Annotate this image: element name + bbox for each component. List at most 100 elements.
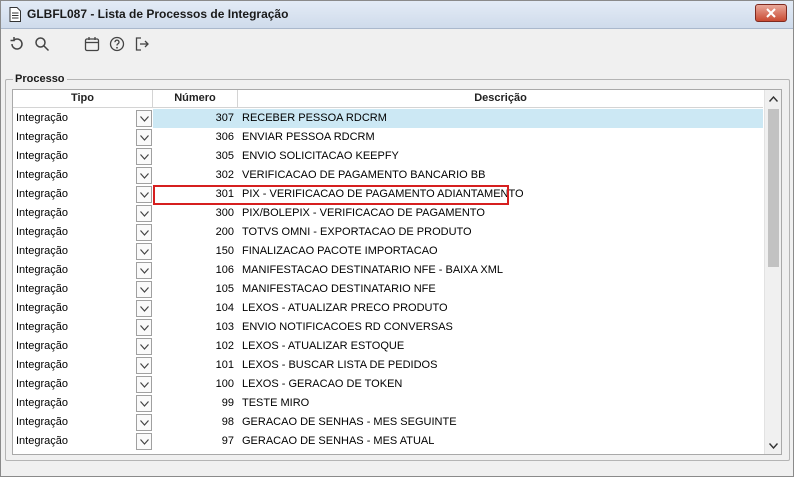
cell-tipo[interactable]: Integração xyxy=(16,337,136,356)
refresh-button[interactable] xyxy=(7,34,27,54)
table-row[interactable]: Integração 306 ENVIAR PESSOA RDCRM xyxy=(13,128,763,147)
table-row[interactable]: Integração 97 GERACAO DE SENHAS - MES ATUA… xyxy=(13,432,763,451)
cell-numero[interactable]: 302 xyxy=(153,166,238,185)
table-row[interactable]: Integração 98 GERACAO DE SENHAS - MES SEGU… xyxy=(13,413,763,432)
table-row[interactable]: Integração 301 PIX - VERIFICACAO DE PAGAME… xyxy=(13,185,763,205)
scrollbar-thumb[interactable] xyxy=(768,109,779,267)
cell-numero[interactable]: 200 xyxy=(153,223,238,242)
tipo-dropdown-button[interactable] xyxy=(136,376,152,393)
tipo-dropdown-button[interactable] xyxy=(136,167,152,184)
table-row[interactable]: Integração 100 LEXOS - GERACAO DE TOKEN xyxy=(13,375,763,394)
table-row[interactable]: Integração 200 TOTVS OMNI - EXPORTACAO DE … xyxy=(13,223,763,242)
cell-descricao[interactable]: PIX/BOLEPIX - VERIFICACAO DE PAGAMENTO xyxy=(238,204,763,223)
tipo-dropdown-button[interactable] xyxy=(136,319,152,336)
cell-descricao[interactable]: GERACAO DE SENHAS - MES ATUAL xyxy=(238,432,763,451)
table-row[interactable]: Integração 99 TESTE MIRO xyxy=(13,394,763,413)
cell-numero[interactable]: 301 xyxy=(153,185,238,204)
cell-numero[interactable]: 105 xyxy=(153,280,238,299)
cell-numero[interactable]: 306 xyxy=(153,128,238,147)
cell-tipo[interactable]: Integração xyxy=(16,413,136,432)
column-header-numero[interactable]: Número xyxy=(153,90,238,108)
cell-descricao[interactable]: FINALIZACAO PACOTE IMPORTACAO xyxy=(238,242,763,261)
cell-tipo[interactable]: Integração xyxy=(16,204,136,223)
cell-numero[interactable]: 98 xyxy=(153,413,238,432)
cell-descricao[interactable]: MANIFESTACAO DESTINATARIO NFE xyxy=(238,280,763,299)
cell-tipo[interactable]: Integração xyxy=(16,299,136,318)
title-bar[interactable]: GLBFL087 - Lista de Processos de Integra… xyxy=(1,1,793,29)
table-row[interactable]: Integração 102 LEXOS - ATUALIZAR ESTOQUE xyxy=(13,337,763,356)
tipo-dropdown-button[interactable] xyxy=(136,414,152,431)
cell-numero[interactable]: 103 xyxy=(153,318,238,337)
table-row[interactable]: Integração 105 MANIFESTACAO DESTINATARIO N… xyxy=(13,280,763,299)
tipo-dropdown-button[interactable] xyxy=(136,338,152,355)
table-row[interactable]: Integração 106 MANIFESTACAO DESTINATARIO N… xyxy=(13,261,763,280)
tipo-dropdown-button[interactable] xyxy=(136,110,152,127)
search-button[interactable] xyxy=(32,34,52,54)
scroll-down-button[interactable] xyxy=(765,437,781,454)
cell-tipo[interactable]: Integração xyxy=(16,128,136,147)
cell-tipo[interactable]: Integração xyxy=(16,318,136,337)
cell-tipo[interactable]: Integração xyxy=(16,185,136,204)
tipo-dropdown-button[interactable] xyxy=(136,395,152,412)
cell-descricao[interactable]: TOTVS OMNI - EXPORTACAO DE PRODUTO xyxy=(238,223,763,242)
cell-descricao[interactable]: LEXOS - GERACAO DE TOKEN xyxy=(238,375,763,394)
tipo-dropdown-button[interactable] xyxy=(136,148,152,165)
cell-descricao[interactable]: LEXOS - BUSCAR LISTA DE PEDIDOS xyxy=(238,356,763,375)
cell-numero[interactable]: 97 xyxy=(153,432,238,451)
cell-tipo[interactable]: Integração xyxy=(16,375,136,394)
cell-numero[interactable]: 300 xyxy=(153,204,238,223)
cell-descricao[interactable]: TESTE MIRO xyxy=(238,394,763,413)
calendar-button[interactable] xyxy=(82,34,102,54)
column-header-tipo[interactable]: Tipo xyxy=(13,90,153,108)
cell-descricao[interactable]: LEXOS - ATUALIZAR ESTOQUE xyxy=(238,337,763,356)
table-row[interactable]: Integração 307 RECEBER PESSOA RDCRM xyxy=(13,109,763,128)
tipo-dropdown-button[interactable] xyxy=(136,300,152,317)
cell-numero[interactable]: 106 xyxy=(153,261,238,280)
tipo-dropdown-button[interactable] xyxy=(136,186,152,203)
close-button[interactable] xyxy=(755,4,787,22)
cell-descricao[interactable]: PIX - VERIFICACAO DE PAGAMENTO ADIANTAME… xyxy=(238,185,763,204)
cell-descricao[interactable]: VERIFICACAO DE PAGAMENTO BANCARIO BB xyxy=(238,166,763,185)
cell-tipo[interactable]: Integração xyxy=(16,280,136,299)
cell-tipo[interactable]: Integração xyxy=(16,356,136,375)
tipo-dropdown-button[interactable] xyxy=(136,433,152,450)
scroll-up-button[interactable] xyxy=(765,90,781,107)
cell-descricao[interactable]: MANIFESTACAO DESTINATARIO NFE - BAIXA XM… xyxy=(238,261,763,280)
cell-tipo[interactable]: Integração xyxy=(16,109,136,128)
tipo-dropdown-button[interactable] xyxy=(136,205,152,222)
cell-numero[interactable]: 101 xyxy=(153,356,238,375)
cell-numero[interactable]: 100 xyxy=(153,375,238,394)
table-row[interactable]: Integração 302 VERIFICACAO DE PAGAMENTO BA… xyxy=(13,166,763,185)
cell-numero[interactable]: 150 xyxy=(153,242,238,261)
cell-tipo[interactable]: Integração xyxy=(16,223,136,242)
tipo-dropdown-button[interactable] xyxy=(136,357,152,374)
table-row[interactable]: Integração 103 ENVIO NOTIFICACOES RD CONVE… xyxy=(13,318,763,337)
table-row[interactable]: Integração 104 LEXOS - ATUALIZAR PRECO PRO… xyxy=(13,299,763,318)
cell-numero[interactable]: 305 xyxy=(153,147,238,166)
cell-tipo[interactable]: Integração xyxy=(16,166,136,185)
table-row[interactable]: Integração 101 LEXOS - BUSCAR LISTA DE PED… xyxy=(13,356,763,375)
cell-descricao[interactable]: ENVIAR PESSOA RDCRM xyxy=(238,128,763,147)
cell-numero[interactable]: 307 xyxy=(153,109,238,128)
cell-tipo[interactable]: Integração xyxy=(16,432,136,451)
tipo-dropdown-button[interactable] xyxy=(136,129,152,146)
cell-tipo[interactable]: Integração xyxy=(16,394,136,413)
cell-numero[interactable]: 99 xyxy=(153,394,238,413)
help-button[interactable] xyxy=(107,34,127,54)
cell-tipo[interactable]: Integração xyxy=(16,261,136,280)
cell-descricao[interactable]: ENVIO SOLICITACAO KEEPFY xyxy=(238,147,763,166)
table-row[interactable]: Integração 305 ENVIO SOLICITACAO KEEPFY xyxy=(13,147,763,166)
cell-tipo[interactable]: Integração xyxy=(16,147,136,166)
tipo-dropdown-button[interactable] xyxy=(136,224,152,241)
cell-numero[interactable]: 104 xyxy=(153,299,238,318)
tipo-dropdown-button[interactable] xyxy=(136,281,152,298)
cell-descricao[interactable]: GERACAO DE SENHAS - MES SEGUINTE xyxy=(238,413,763,432)
cell-descricao[interactable]: ENVIO NOTIFICACOES RD CONVERSAS xyxy=(238,318,763,337)
cell-descricao[interactable]: RECEBER PESSOA RDCRM xyxy=(238,109,763,128)
cell-numero[interactable]: 102 xyxy=(153,337,238,356)
exit-button[interactable] xyxy=(132,34,152,54)
vertical-scrollbar[interactable] xyxy=(764,90,781,454)
tipo-dropdown-button[interactable] xyxy=(136,262,152,279)
table-row[interactable]: Integração 300 PIX/BOLEPIX - VERIFICACAO D… xyxy=(13,204,763,223)
cell-tipo[interactable]: Integração xyxy=(16,242,136,261)
